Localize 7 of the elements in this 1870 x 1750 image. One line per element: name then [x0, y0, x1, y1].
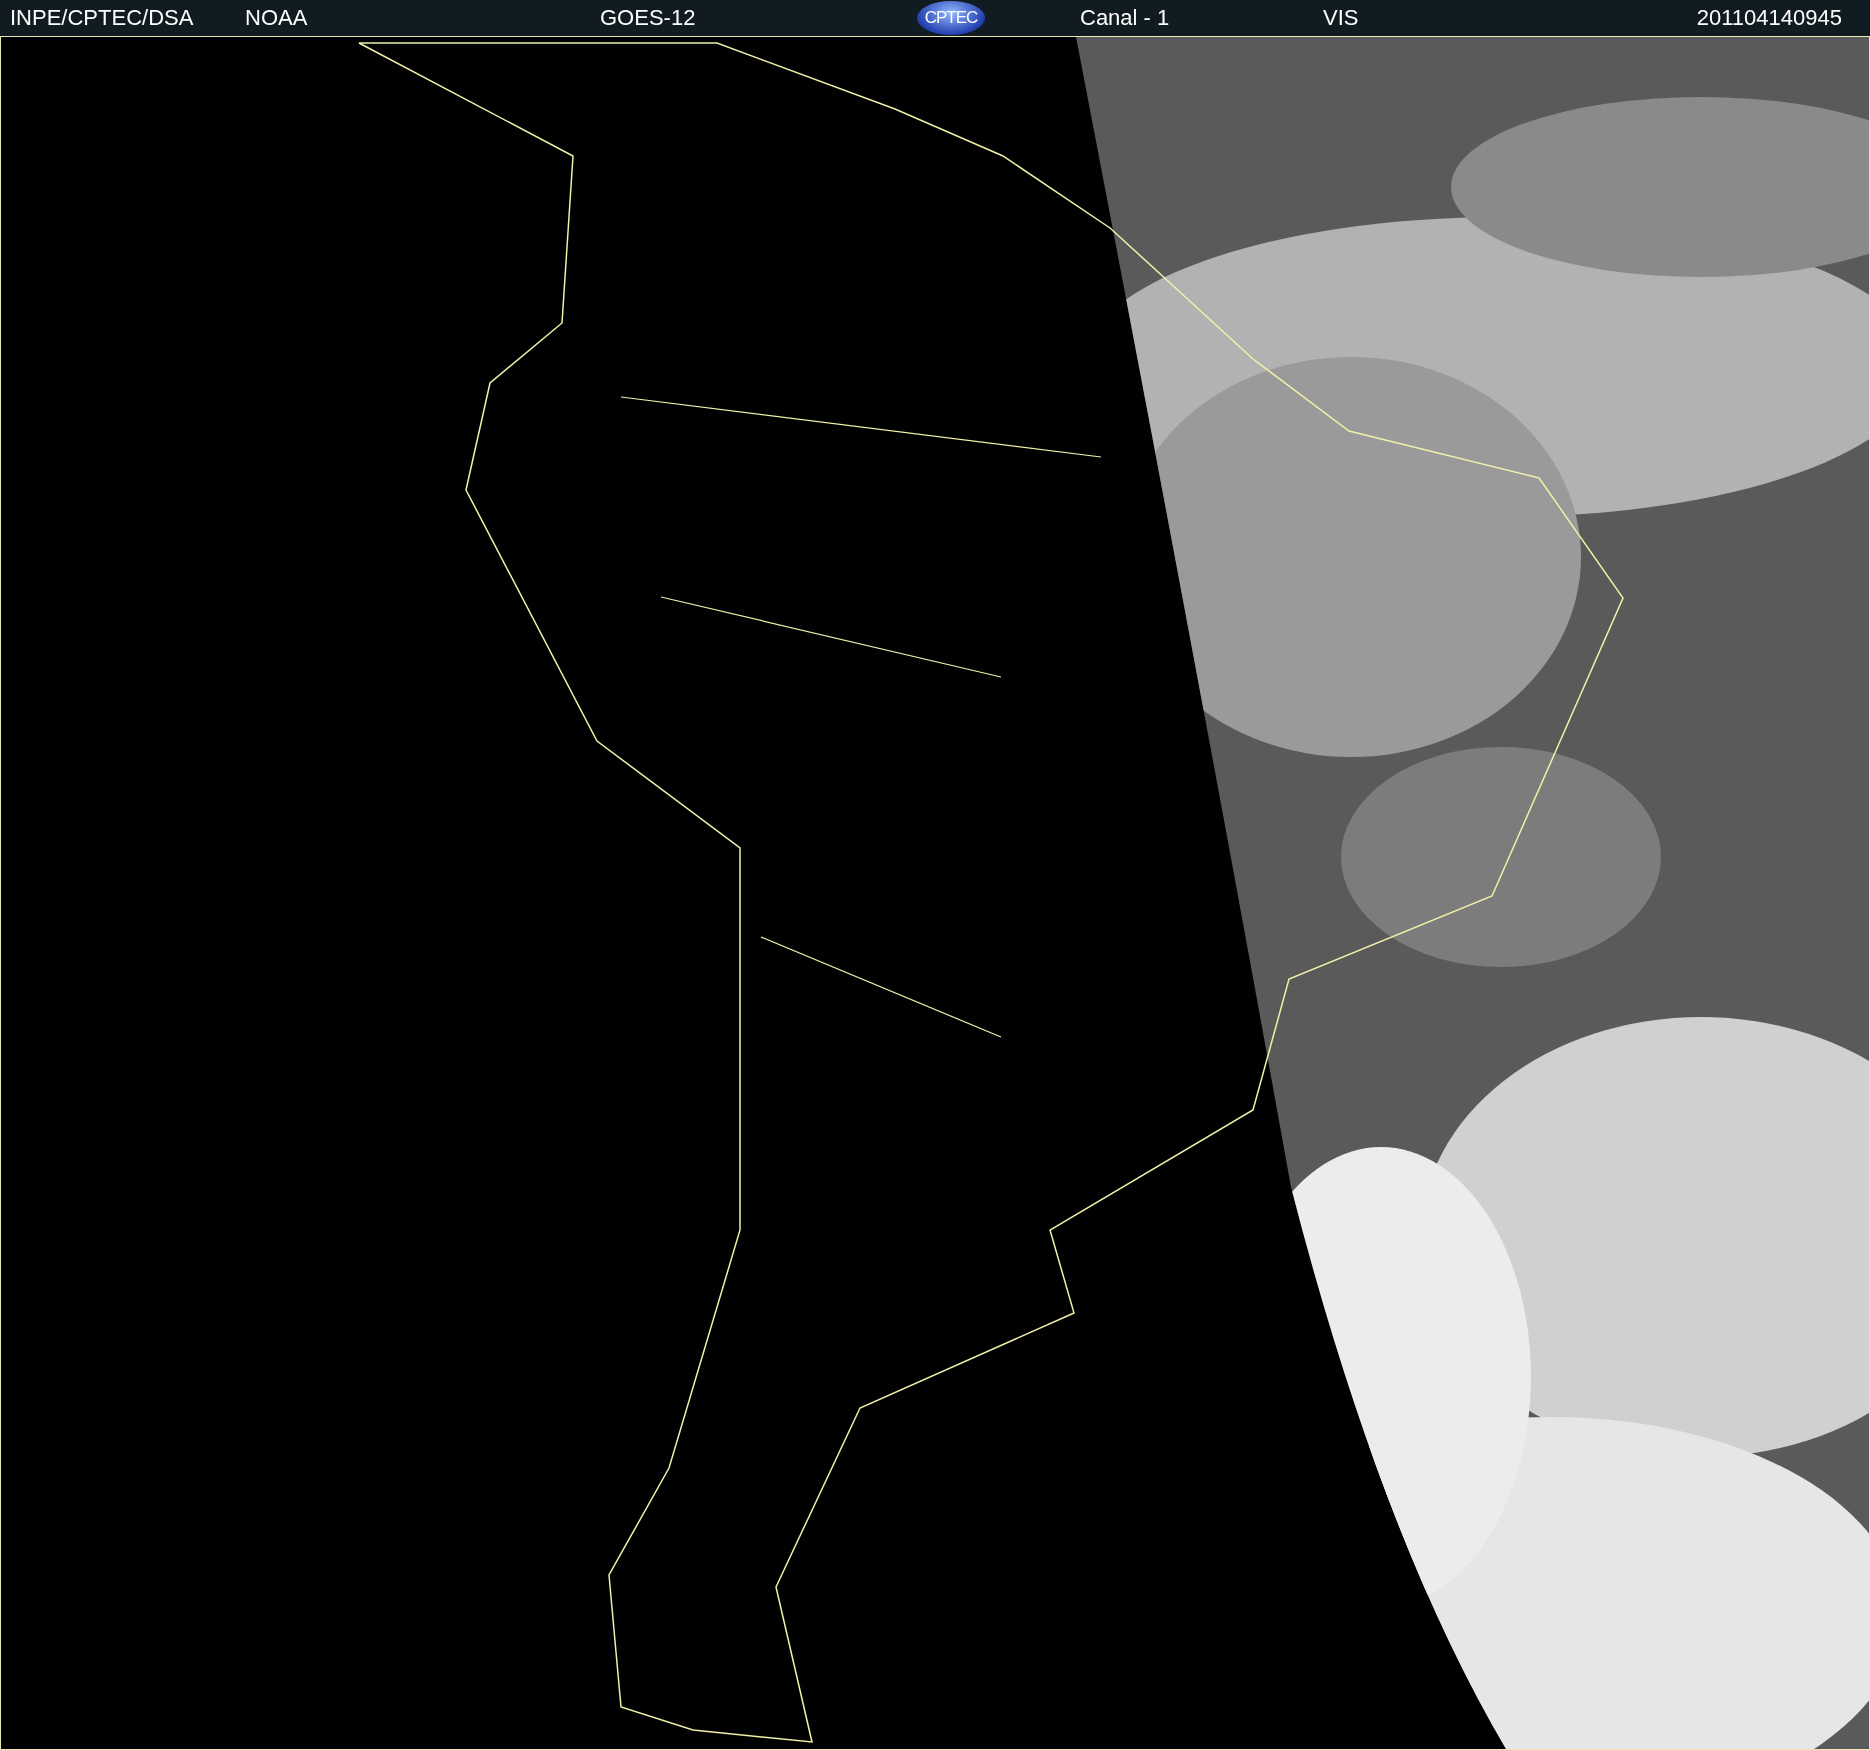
source-label: INPE/CPTEC/DSA: [10, 5, 194, 31]
satellite-label: GOES-12: [600, 5, 696, 31]
agency-label: NOAA: [245, 5, 308, 31]
band-label: VIS: [1323, 5, 1359, 31]
channel-label: Canal - 1: [1080, 5, 1170, 31]
timestamp: 201104140945: [1696, 5, 1843, 31]
logo: CPTEC: [917, 1, 985, 35]
